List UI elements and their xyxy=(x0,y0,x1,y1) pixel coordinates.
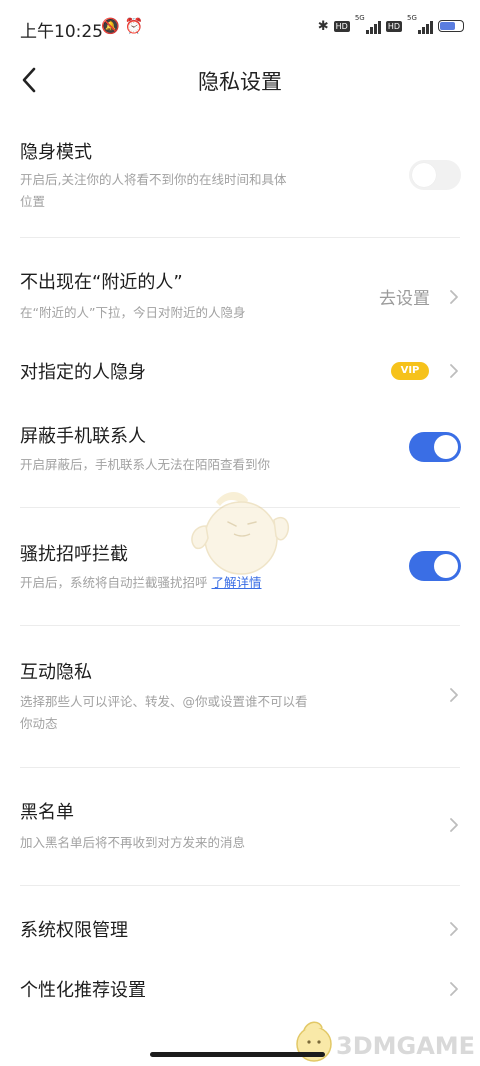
bluetooth-icon: ✱ xyxy=(317,18,329,34)
invisible-mode-title: 隐身模式 xyxy=(20,142,92,163)
mute-alarm-icons: 🔕⏰ xyxy=(101,17,149,35)
divider xyxy=(20,767,460,768)
blacklist-row[interactable]: 黑名单 加入黑名单后将不再收到对方发来的消息 xyxy=(0,788,480,868)
status-right: ✱ HD 5G HD 5G xyxy=(317,14,464,34)
header: 隐私设置 xyxy=(0,56,480,104)
personalization-title: 个性化推荐设置 xyxy=(20,980,146,1001)
hide-from-specific-row[interactable]: 对指定的人隐身 VIP xyxy=(0,350,480,394)
interaction-row[interactable]: 互动隐私 选择那些人可以评论、转发、@你或设置谁不可以看 你动态 xyxy=(0,648,480,748)
mascot-watermark-icon xyxy=(191,492,290,575)
harassment-title: 骚扰招呼拦截 xyxy=(20,544,128,565)
vip-badge: VIP xyxy=(391,362,429,380)
invisible-mode-toggle[interactable] xyxy=(409,160,461,190)
nearby-value: 去设置 xyxy=(379,289,430,309)
hide-from-specific-title: 对指定的人隐身 xyxy=(20,362,146,383)
hd-icon: HD xyxy=(385,20,402,32)
battery-fill xyxy=(440,22,455,30)
watermark: 3DMGAME xyxy=(290,1012,480,1066)
watermark-text: 3DMGAME xyxy=(336,1032,476,1060)
interaction-desc-1: 选择那些人可以评论、转发、@你或设置谁不可以看 xyxy=(20,694,308,709)
personalization-row[interactable]: 个性化推荐设置 xyxy=(0,966,480,1012)
invisible-mode-row: 隐身模式 开启后,关注你的人将看不到你的在线时间和具体 位置 xyxy=(0,130,480,236)
blacklist-desc: 加入黑名单后将不再收到对方发来的消息 xyxy=(20,835,246,850)
page-title: 隐私设置 xyxy=(198,70,282,94)
invisible-mode-desc-2: 位置 xyxy=(20,194,46,209)
signal-label: 5G xyxy=(354,14,365,22)
permissions-title: 系统权限管理 xyxy=(20,920,128,941)
signal-icon: 5G xyxy=(407,14,433,34)
nearby-desc: 在“附近的人”下拉，今日对附近的人隐身 xyxy=(20,305,246,320)
home-indicator[interactable] xyxy=(150,1052,325,1057)
chevron-right-icon xyxy=(450,922,458,936)
divider xyxy=(20,625,460,626)
chevron-right-icon xyxy=(450,364,458,378)
toggle-knob xyxy=(434,435,458,459)
invisible-mode-desc-1: 开启后,关注你的人将看不到你的在线时间和具体 xyxy=(20,172,287,187)
blacklist-title: 黑名单 xyxy=(20,802,74,823)
interaction-title: 互动隐私 xyxy=(20,662,92,683)
block-contacts-toggle[interactable] xyxy=(409,432,461,462)
harassment-desc: 开启后，系统将自动拦截骚扰招呼 xyxy=(20,575,208,590)
battery-icon xyxy=(438,20,464,32)
harassment-toggle[interactable] xyxy=(409,551,461,581)
chevron-right-icon xyxy=(450,290,458,304)
signal-icon: 5G xyxy=(355,14,381,34)
permissions-row[interactable]: 系统权限管理 xyxy=(0,906,480,952)
hd-icon: HD xyxy=(333,20,350,32)
nearby-title: 不出现在“附近的人” xyxy=(20,272,183,293)
status-time: 上午10:25 xyxy=(20,22,103,42)
toggle-knob xyxy=(412,163,436,187)
block-contacts-row: 屏蔽手机联系人 开启屏蔽后，手机联系人无法在陌陌查看到你 xyxy=(0,412,480,492)
interaction-desc-2: 你动态 xyxy=(20,716,58,731)
block-contacts-desc: 开启屏蔽后，手机联系人无法在陌陌查看到你 xyxy=(20,457,271,472)
signal-label: 5G xyxy=(407,14,417,22)
divider xyxy=(20,885,460,886)
chevron-right-icon xyxy=(450,818,458,832)
chevron-right-icon xyxy=(450,982,458,996)
divider xyxy=(20,237,460,238)
block-contacts-title: 屏蔽手机联系人 xyxy=(20,426,146,447)
toggle-knob xyxy=(434,554,458,578)
status-bar: 上午10:25 🔕⏰ ✱ HD 5G HD 5G xyxy=(0,0,480,56)
chevron-right-icon xyxy=(450,688,458,702)
nearby-row[interactable]: 不出现在“附近的人” 在“附近的人”下拉，今日对附近的人隐身 去设置 xyxy=(0,262,480,332)
